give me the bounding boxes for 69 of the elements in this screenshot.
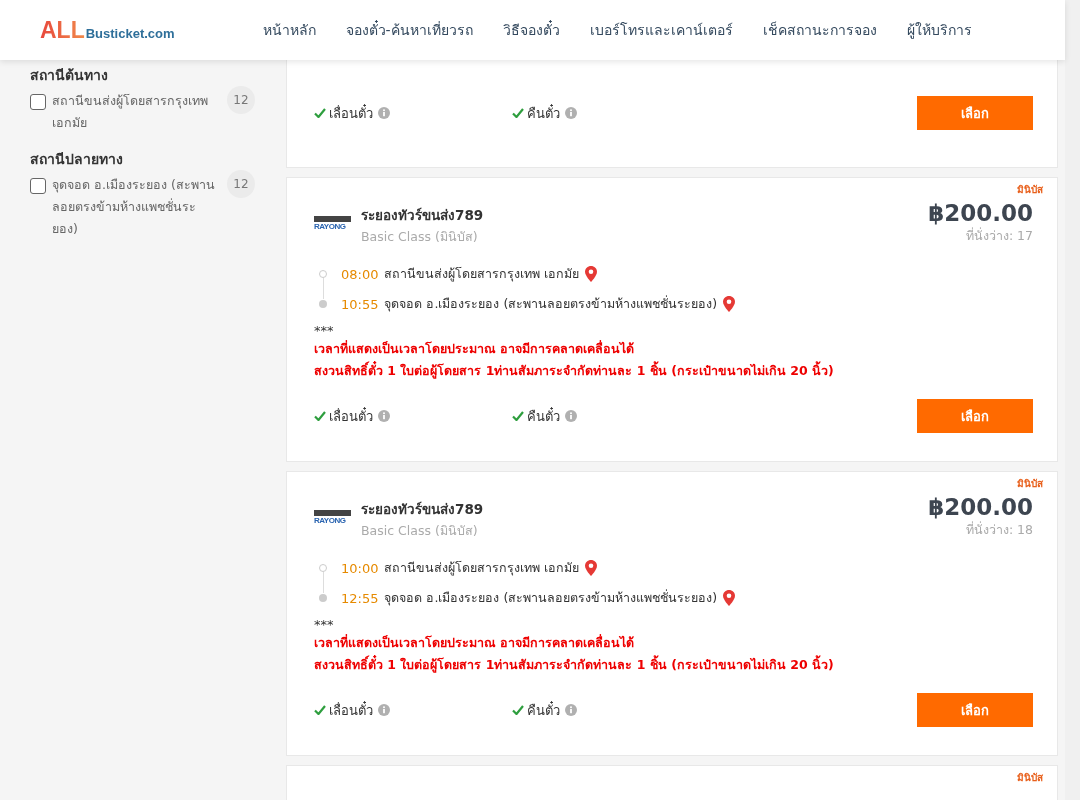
seats-available: ที่นั่งว่าง: 18 <box>964 520 1033 539</box>
checkbox[interactable] <box>30 178 46 194</box>
map-pin-icon[interactable] <box>723 590 736 606</box>
nav-link[interactable]: เบอร์โทรและเคาน์เตอร์ <box>589 19 733 41</box>
feature-label: เลื่อนตั๋ว <box>329 406 373 426</box>
filter-option-label[interactable]: สถานีขนส่งผู้โดยสารกรุงเทพ เอกมัย <box>52 90 218 134</box>
map-pin-icon[interactable] <box>723 296 736 312</box>
info-icon[interactable] <box>378 410 390 422</box>
scrollbar[interactable] <box>1065 0 1080 800</box>
trip-note: สงวนสิทธิ์ตั๋ว 1 ใบต่อผู้โดยสาร 1ท่านสัมภาระจำกัดท่านละ 1 ชิ้น (กระเป๋าขนาดไม่เกิน 20 นิ้ว) <box>314 654 835 675</box>
stop-time: 10:00 <box>341 560 379 576</box>
seats-available: ที่นั่งว่าง: 17 <box>964 226 1033 245</box>
map-pin-icon[interactable] <box>585 266 598 282</box>
nav-link[interactable]: เช็คสถานะการจอง <box>762 19 877 41</box>
stop-place: จุดจอด อ.เมืองระยอง (สะพานลอยตรงข้ามห้างแพชชั่นระยอง) <box>384 588 718 608</box>
stop-time: 08:00 <box>341 266 379 282</box>
note-mark: *** <box>314 617 335 632</box>
check-icon <box>314 411 326 421</box>
filter-heading: สถานีปลายทาง <box>30 150 124 168</box>
map-pin-icon[interactable] <box>585 560 598 576</box>
operator-name: ระยองทัวร์ขนส่ง789 <box>361 206 484 225</box>
operator-logo: RAYONG <box>314 215 351 236</box>
timeline-dot <box>319 270 327 278</box>
count-badge: 12 <box>227 170 255 198</box>
bus-class: Basic Class (มินิบัส) <box>361 228 479 246</box>
bus-class: Basic Class (มินิบัส) <box>361 522 479 540</box>
stop-place: จุดจอด อ.เมืองระยอง (สะพานลอยตรงข้ามห้างแพชชั่นระยอง) <box>384 294 718 314</box>
price: ฿200.00 <box>928 200 1033 226</box>
info-icon[interactable] <box>565 107 577 119</box>
feature-label: คืนตั๋ว <box>527 103 560 123</box>
vehicle-type-label: มินิบัส <box>1017 771 1043 785</box>
nav-link[interactable]: วิธีจองตั๋ว <box>502 19 560 41</box>
check-icon <box>512 705 524 715</box>
feature-label: เลื่อนตั๋ว <box>329 103 373 123</box>
nav-link[interactable]: จองตั๋ว-ค้นหาเที่ยวรถ <box>345 19 473 41</box>
note-mark: *** <box>314 323 335 338</box>
check-icon <box>512 108 524 118</box>
feature-label: คืนตั๋ว <box>527 406 560 426</box>
site-logo[interactable]: ALLBusticket.com <box>40 16 175 44</box>
timeline-dot <box>319 564 327 572</box>
info-icon[interactable] <box>565 410 577 422</box>
count-badge: 12 <box>227 86 255 114</box>
timeline-dot <box>319 594 327 602</box>
check-icon <box>314 108 326 118</box>
operator-logo: RAYONG <box>314 509 351 530</box>
stop-place: สถานีขนส่งผู้โดยสารกรุงเทพ เอกมัย <box>384 265 580 284</box>
operator-name: ระยองทัวร์ขนส่ง789 <box>361 500 484 519</box>
check-icon <box>314 705 326 715</box>
nav-link[interactable]: ผู้ให้บริการ <box>906 19 972 41</box>
filter-option-label[interactable]: จุดจอด อ.เมืองระยอง (สะพานลอยตรงข้ามห้างแพชชั่นระยอง) <box>52 174 218 240</box>
filter-heading: สถานีต้นทาง <box>30 66 109 84</box>
feature-label: คืนตั๋ว <box>527 700 560 720</box>
timeline-dot <box>319 300 327 308</box>
info-icon[interactable] <box>378 107 390 119</box>
vehicle-type-label: มินิบัส <box>1017 183 1043 197</box>
stop-time: 12:55 <box>341 590 379 606</box>
price: ฿200.00 <box>928 494 1033 520</box>
feature-label: เลื่อนตั๋ว <box>329 700 373 720</box>
trip-note: เวลาที่แสดงเป็นเวลาโดยประมาณ อาจมีการคลาดเคลื่อนได้ <box>314 339 636 358</box>
info-icon[interactable] <box>378 704 390 716</box>
trip-note: เวลาที่แสดงเป็นเวลาโดยประมาณ อาจมีการคลาดเคลื่อนได้ <box>314 633 636 652</box>
nav-link[interactable]: หน้าหลัก <box>262 19 316 41</box>
vehicle-type-label: มินิบัส <box>1017 477 1043 491</box>
info-icon[interactable] <box>565 704 577 716</box>
trip-note: สงวนสิทธิ์ตั๋ว 1 ใบต่อผู้โดยสาร 1ท่านสัมภาระจำกัดท่านละ 1 ชิ้น (กระเป๋าขนาดไม่เกิน 20 นิ้ว) <box>314 360 835 381</box>
stop-time: 10:55 <box>341 296 379 312</box>
stop-place: สถานีขนส่งผู้โดยสารกรุงเทพ เอกมัย <box>384 559 580 578</box>
checkbox[interactable] <box>30 94 46 110</box>
check-icon <box>512 411 524 421</box>
